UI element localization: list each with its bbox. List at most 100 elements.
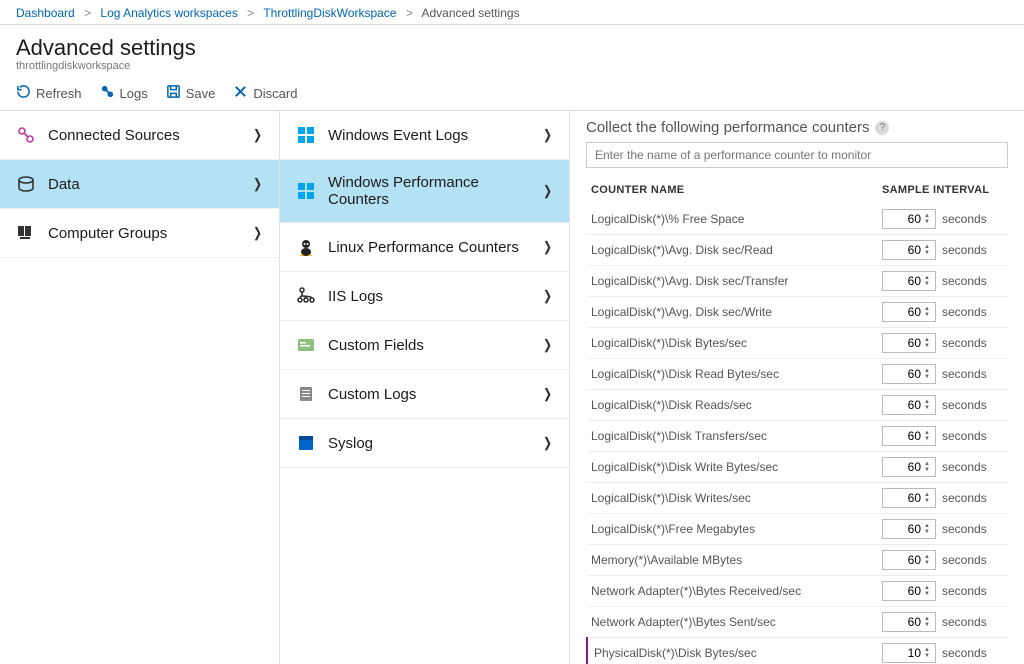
menu-item-windows[interactable]: Windows Event Logs❭ bbox=[280, 111, 569, 160]
counter-row: LogicalDisk(*)\Avg. Disk sec/Write▲▼seco… bbox=[587, 297, 1008, 328]
col-sample-interval: SAMPLE INTERVAL bbox=[878, 178, 1008, 204]
counter-name: LogicalDisk(*)\Avg. Disk sec/Write bbox=[587, 297, 878, 328]
menu-item-label: Windows Performance Counters bbox=[328, 174, 542, 208]
interval-input[interactable] bbox=[882, 426, 936, 446]
chevron-right-icon: ❭ bbox=[542, 183, 553, 199]
counter-row: LogicalDisk(*)\Disk Read Bytes/sec▲▼seco… bbox=[587, 359, 1008, 390]
menu-item-label: IIS Logs bbox=[328, 288, 383, 305]
chevron-right-icon: > bbox=[84, 6, 91, 20]
counter-row: LogicalDisk(*)\Avg. Disk sec/Transfer▲▼s… bbox=[587, 266, 1008, 297]
interval-input[interactable] bbox=[882, 612, 936, 632]
linux-icon bbox=[296, 237, 316, 257]
chevron-right-icon: ❭ bbox=[542, 386, 553, 402]
counter-row: PhysicalDisk(*)\Disk Bytes/sec▲▼seconds bbox=[587, 638, 1008, 664]
custom-logs-icon bbox=[296, 384, 316, 404]
counter-name: LogicalDisk(*)\Disk Bytes/sec bbox=[587, 328, 878, 359]
counter-row: LogicalDisk(*)\Avg. Disk sec/Read▲▼secon… bbox=[587, 235, 1008, 266]
menu-item-custom-logs[interactable]: Custom Logs ❭ bbox=[280, 370, 569, 419]
interval-input[interactable] bbox=[882, 333, 936, 353]
counter-name: LogicalDisk(*)\Disk Write Bytes/sec bbox=[587, 452, 878, 483]
counter-name: Network Adapter(*)\Bytes Received/sec bbox=[587, 576, 878, 607]
seconds-label: seconds bbox=[942, 398, 987, 412]
menu-item-label: Custom Logs bbox=[328, 386, 416, 403]
refresh-icon bbox=[16, 84, 31, 102]
seconds-label: seconds bbox=[942, 460, 987, 474]
seconds-label: seconds bbox=[942, 584, 987, 598]
menu-item-label: Syslog bbox=[328, 435, 373, 452]
help-icon[interactable]: ? bbox=[875, 121, 889, 135]
chevron-right-icon: ❭ bbox=[542, 337, 553, 353]
menu-item-label: Data bbox=[48, 176, 80, 193]
menu-item-iis[interactable]: IIS Logs ❭ bbox=[280, 272, 569, 321]
interval-input[interactable] bbox=[882, 581, 936, 601]
interval-input[interactable] bbox=[882, 395, 936, 415]
counter-name: LogicalDisk(*)\Free Megabytes bbox=[587, 514, 878, 545]
menu-item-data[interactable]: Data❭ bbox=[0, 160, 279, 209]
toolbar: Refresh Logs Save Discard bbox=[0, 74, 1024, 111]
discard-label: Discard bbox=[253, 86, 297, 101]
interval-input[interactable] bbox=[882, 488, 936, 508]
seconds-label: seconds bbox=[942, 646, 987, 660]
discard-button[interactable]: Discard bbox=[233, 84, 297, 102]
breadcrumb-link[interactable]: Log Analytics workspaces bbox=[100, 6, 237, 20]
interval-input[interactable] bbox=[882, 302, 936, 322]
seconds-label: seconds bbox=[942, 212, 987, 226]
chevron-right-icon: ❭ bbox=[542, 288, 553, 304]
content-panes: Connected Sources❭Data❭Computer Groups❭ … bbox=[0, 111, 1024, 664]
counter-name: PhysicalDisk(*)\Disk Bytes/sec bbox=[587, 638, 878, 664]
counter-name: LogicalDisk(*)\Avg. Disk sec/Read bbox=[587, 235, 878, 266]
page-subtitle: throttlingdiskworkspace bbox=[16, 60, 1008, 72]
seconds-label: seconds bbox=[942, 367, 987, 381]
logs-label: Logs bbox=[120, 86, 148, 101]
menu-item-label: Linux Performance Counters bbox=[328, 239, 519, 256]
page-title: Advanced settings bbox=[16, 35, 1008, 61]
menu-item-syslog[interactable]: Syslog❭ bbox=[280, 419, 569, 468]
counter-name: Memory(*)\Available MBytes bbox=[587, 545, 878, 576]
chevron-right-icon: ❭ bbox=[252, 225, 263, 241]
breadcrumb-current: Advanced settings bbox=[422, 6, 520, 20]
menu-item-computer-groups[interactable]: Computer Groups❭ bbox=[0, 209, 279, 258]
seconds-label: seconds bbox=[942, 491, 987, 505]
menu-item-linux[interactable]: Linux Performance Counters ❭ bbox=[280, 223, 569, 272]
chevron-right-icon: ❭ bbox=[542, 239, 553, 255]
interval-input[interactable] bbox=[882, 519, 936, 539]
counter-name: LogicalDisk(*)\Disk Read Bytes/sec bbox=[587, 359, 878, 390]
counter-row: LogicalDisk(*)\Disk Write Bytes/sec▲▼sec… bbox=[587, 452, 1008, 483]
seconds-label: seconds bbox=[942, 615, 987, 629]
breadcrumb: Dashboard > Log Analytics workspaces > T… bbox=[0, 0, 1024, 25]
counter-row: LogicalDisk(*)\Free Megabytes▲▼seconds bbox=[587, 514, 1008, 545]
menu-item-label: Connected Sources bbox=[48, 127, 180, 144]
windows-icon bbox=[296, 125, 316, 145]
interval-input[interactable] bbox=[882, 364, 936, 384]
menu-item-custom-fields[interactable]: Custom Fields❭ bbox=[280, 321, 569, 370]
breadcrumb-link[interactable]: ThrottlingDiskWorkspace bbox=[263, 6, 396, 20]
interval-input[interactable] bbox=[882, 271, 936, 291]
refresh-button[interactable]: Refresh bbox=[16, 84, 82, 102]
counter-row: LogicalDisk(*)\Disk Writes/sec▲▼seconds bbox=[587, 483, 1008, 514]
counter-name: LogicalDisk(*)\Avg. Disk sec/Transfer bbox=[587, 266, 878, 297]
seconds-label: seconds bbox=[942, 274, 987, 288]
counter-name: LogicalDisk(*)\Disk Reads/sec bbox=[587, 390, 878, 421]
interval-input[interactable] bbox=[882, 240, 936, 260]
interval-input[interactable] bbox=[882, 550, 936, 570]
save-button[interactable]: Save bbox=[166, 84, 216, 102]
menu-item-label: Windows Event Logs bbox=[328, 127, 468, 144]
refresh-label: Refresh bbox=[36, 86, 82, 101]
counter-row: Memory(*)\Available MBytes▲▼seconds bbox=[587, 545, 1008, 576]
menu-item-connected-sources[interactable]: Connected Sources❭ bbox=[0, 111, 279, 160]
counters-table: COUNTER NAME SAMPLE INTERVAL LogicalDisk… bbox=[586, 178, 1008, 664]
counter-row: LogicalDisk(*)\% Free Space▲▼seconds bbox=[587, 204, 1008, 235]
nav-pane-1: Connected Sources❭Data❭Computer Groups❭ bbox=[0, 111, 280, 664]
chevron-right-icon: > bbox=[406, 6, 413, 20]
seconds-label: seconds bbox=[942, 243, 987, 257]
interval-input[interactable] bbox=[882, 209, 936, 229]
counter-search-input[interactable] bbox=[586, 142, 1008, 168]
section-title: Collect the following performance counte… bbox=[586, 119, 1008, 136]
interval-input[interactable] bbox=[882, 457, 936, 477]
breadcrumb-link[interactable]: Dashboard bbox=[16, 6, 75, 20]
interval-input[interactable] bbox=[882, 643, 936, 663]
logs-button[interactable]: Logs bbox=[100, 84, 148, 102]
iis-icon bbox=[296, 286, 316, 306]
menu-item-windows[interactable]: Windows Performance Counters❭ bbox=[280, 160, 569, 223]
data-icon bbox=[16, 174, 36, 194]
